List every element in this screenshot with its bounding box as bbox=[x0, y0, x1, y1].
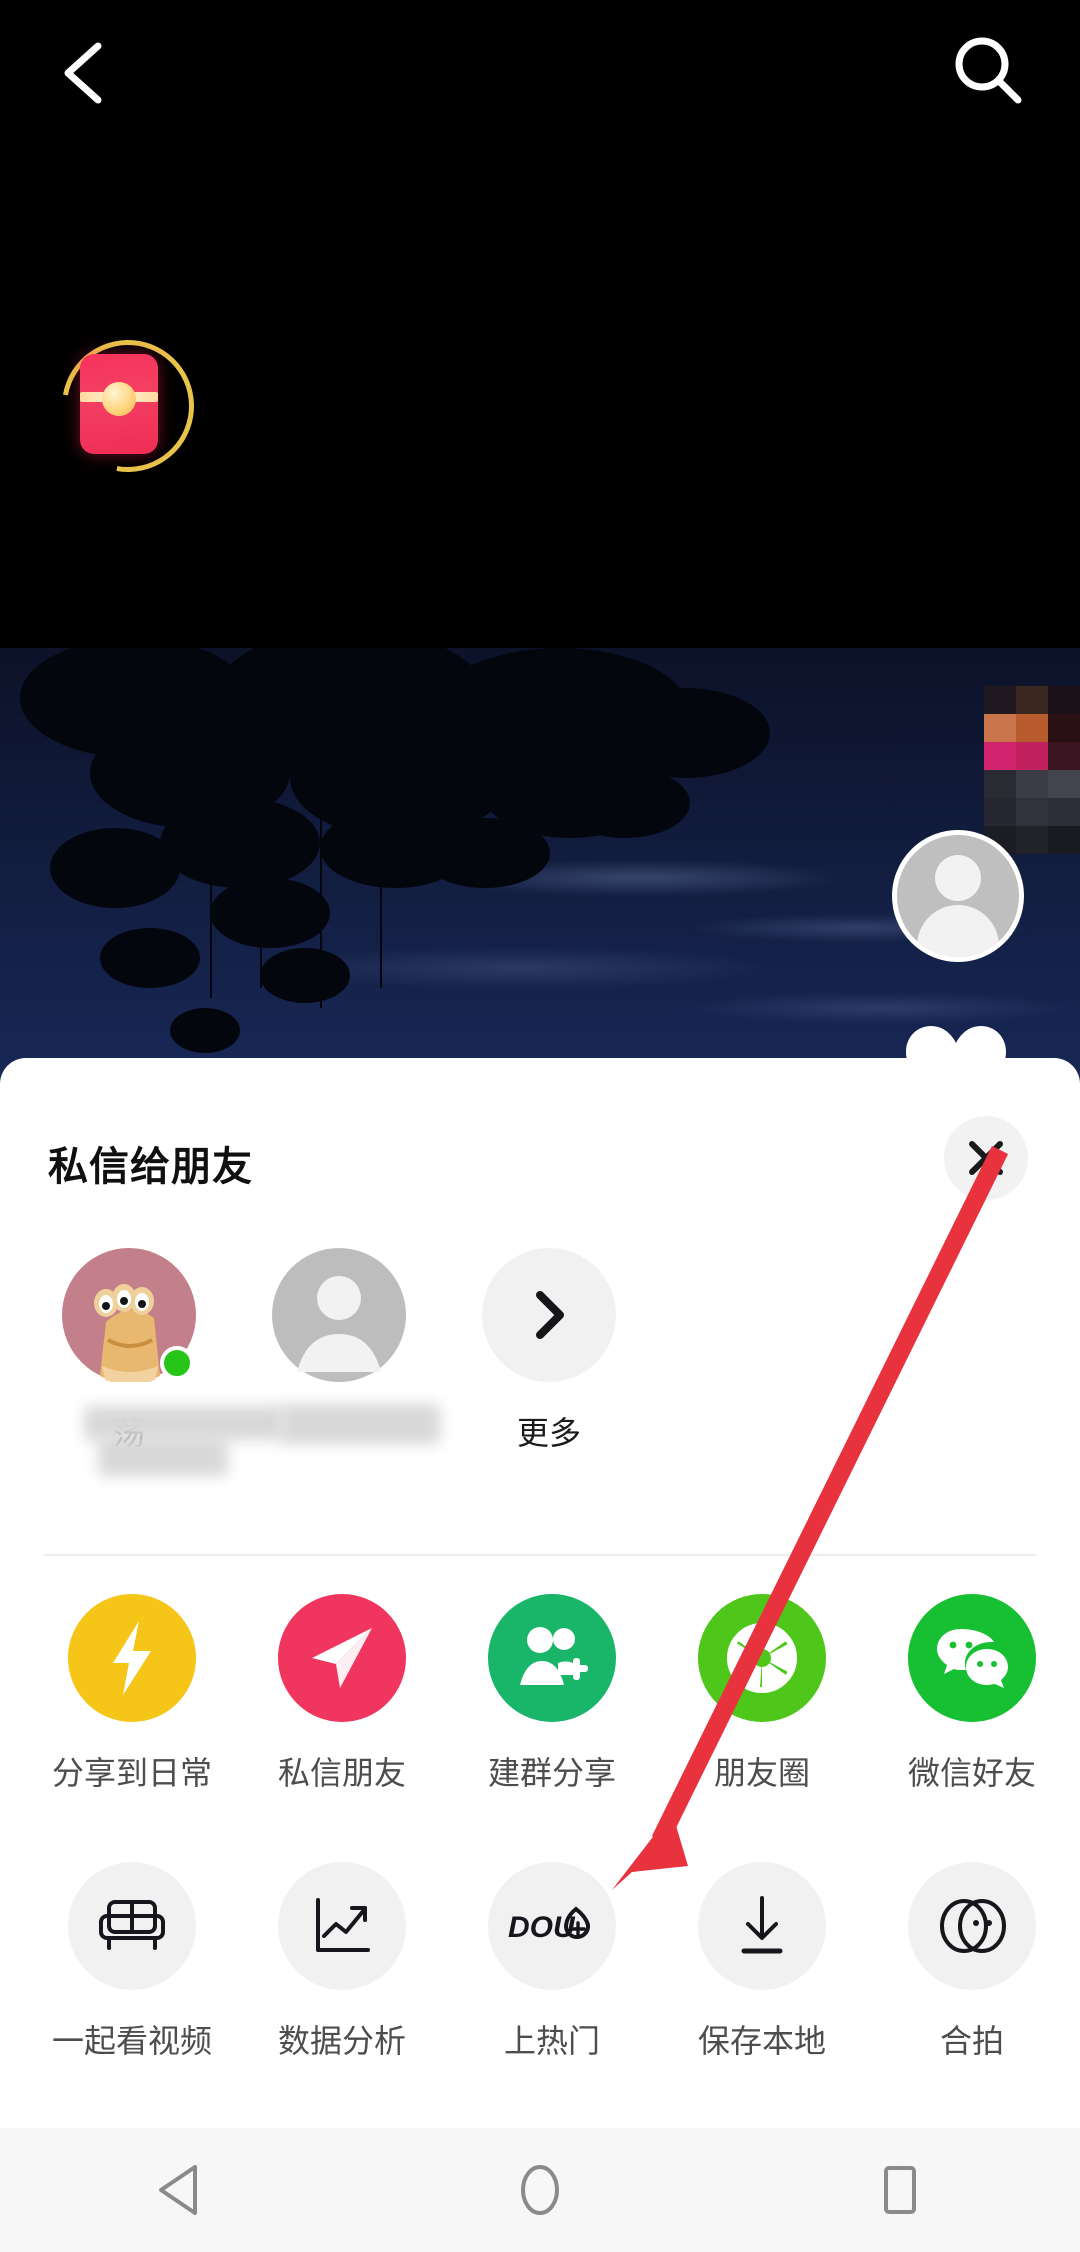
sofa-icon bbox=[68, 1862, 196, 1990]
contact-item[interactable] bbox=[236, 1248, 442, 1444]
avatar[interactable] bbox=[892, 830, 1024, 962]
redpacket-card bbox=[80, 354, 158, 454]
page-title: 私信给朋友 bbox=[48, 1145, 253, 1189]
share-target-label: 保存本地 bbox=[697, 2023, 826, 2059]
share-sheet: 私信给朋友 更多 分享到日常 私信朋友 建群分享 朋友圈 微信好友 一起看视频 … bbox=[0, 1058, 1080, 2128]
share-target-label: 分享到日常 bbox=[51, 1755, 212, 1791]
online-status-dot bbox=[160, 1346, 194, 1380]
duet-button[interactable]: 合拍 bbox=[864, 1862, 1080, 2062]
moments-aperture-icon bbox=[698, 1594, 826, 1722]
direct-message-button[interactable]: 私信朋友 bbox=[234, 1594, 450, 1794]
app-screen: 私信给朋友 更多 分享到日常 私信朋友 建群分享 朋友圈 微信好友 一起看视频 … bbox=[0, 0, 1080, 2252]
close-button[interactable] bbox=[944, 1116, 1028, 1200]
default-avatar bbox=[272, 1248, 406, 1382]
share-target-label: 合拍 bbox=[939, 2023, 1004, 2059]
moments-button[interactable]: 朋友圈 bbox=[654, 1594, 870, 1794]
redaction-blur bbox=[98, 1436, 228, 1476]
avatar-body bbox=[917, 905, 999, 957]
save-local-button[interactable]: 保存本地 bbox=[654, 1862, 870, 2062]
share-target-label: 私信朋友 bbox=[277, 1755, 406, 1791]
share-target-label: 上热门 bbox=[503, 2023, 600, 2059]
android-nav-bar bbox=[0, 2128, 1080, 2252]
redaction-blur bbox=[280, 1404, 440, 1444]
nav-recents-square-icon[interactable] bbox=[840, 2128, 960, 2252]
close-icon bbox=[969, 1141, 1003, 1175]
wechat-friend-button[interactable]: 微信好友 bbox=[864, 1594, 1080, 1794]
dou-plus-icon: DOU bbox=[488, 1862, 616, 1990]
back-chevron-icon[interactable] bbox=[42, 28, 132, 118]
more-label: 更多 bbox=[516, 1415, 581, 1451]
analytics-button[interactable]: 数据分析 bbox=[234, 1862, 450, 2062]
create-group-button[interactable]: 建群分享 bbox=[444, 1594, 660, 1794]
analytics-chart-icon bbox=[278, 1862, 406, 1990]
download-icon bbox=[698, 1862, 826, 1990]
share-target-label: 数据分析 bbox=[277, 2023, 406, 2059]
duet-icon bbox=[908, 1862, 1036, 1990]
redpacket-coin bbox=[102, 382, 136, 416]
search-icon[interactable] bbox=[938, 22, 1038, 122]
divider bbox=[44, 1554, 1036, 1556]
chevron-right-icon bbox=[482, 1248, 616, 1382]
nav-back-triangle-icon[interactable] bbox=[120, 2128, 240, 2252]
red-envelope-icon[interactable] bbox=[36, 314, 220, 498]
watch-together-button[interactable]: 一起看视频 bbox=[24, 1862, 240, 2062]
share-target-label: 朋友圈 bbox=[713, 1755, 810, 1791]
add-group-icon bbox=[488, 1594, 616, 1722]
cartoon-avatar bbox=[62, 1248, 196, 1385]
share-target-label: 微信好友 bbox=[907, 1755, 1036, 1791]
contacts-row: 荡 bbox=[0, 1248, 1080, 1498]
share-target-label: 建群分享 bbox=[487, 1755, 616, 1791]
share-daily-button[interactable]: 分享到日常 bbox=[24, 1594, 240, 1794]
share-targets-row-2: 一起看视频 数据分析 DOU 上热门 保存本地 合拍 bbox=[0, 1862, 1080, 2130]
share-target-label: 一起看视频 bbox=[51, 2023, 212, 2059]
wechat-icon bbox=[908, 1594, 1036, 1722]
promote-dou-plus-button[interactable]: DOU 上热门 bbox=[444, 1862, 660, 2062]
more-contacts-button[interactable]: 更多 bbox=[446, 1248, 652, 1454]
contact-item[interactable]: 荡 bbox=[26, 1248, 284, 1476]
censored-block bbox=[984, 686, 1080, 854]
lightning-icon bbox=[68, 1594, 196, 1722]
paper-plane-icon bbox=[278, 1594, 406, 1722]
redaction-blur bbox=[84, 1406, 284, 1440]
avatar-head bbox=[935, 855, 981, 901]
nav-home-circle-icon[interactable] bbox=[480, 2128, 600, 2252]
top-bar bbox=[0, 0, 1080, 648]
share-targets-row-1: 分享到日常 私信朋友 建群分享 朋友圈 微信好友 bbox=[0, 1594, 1080, 1862]
